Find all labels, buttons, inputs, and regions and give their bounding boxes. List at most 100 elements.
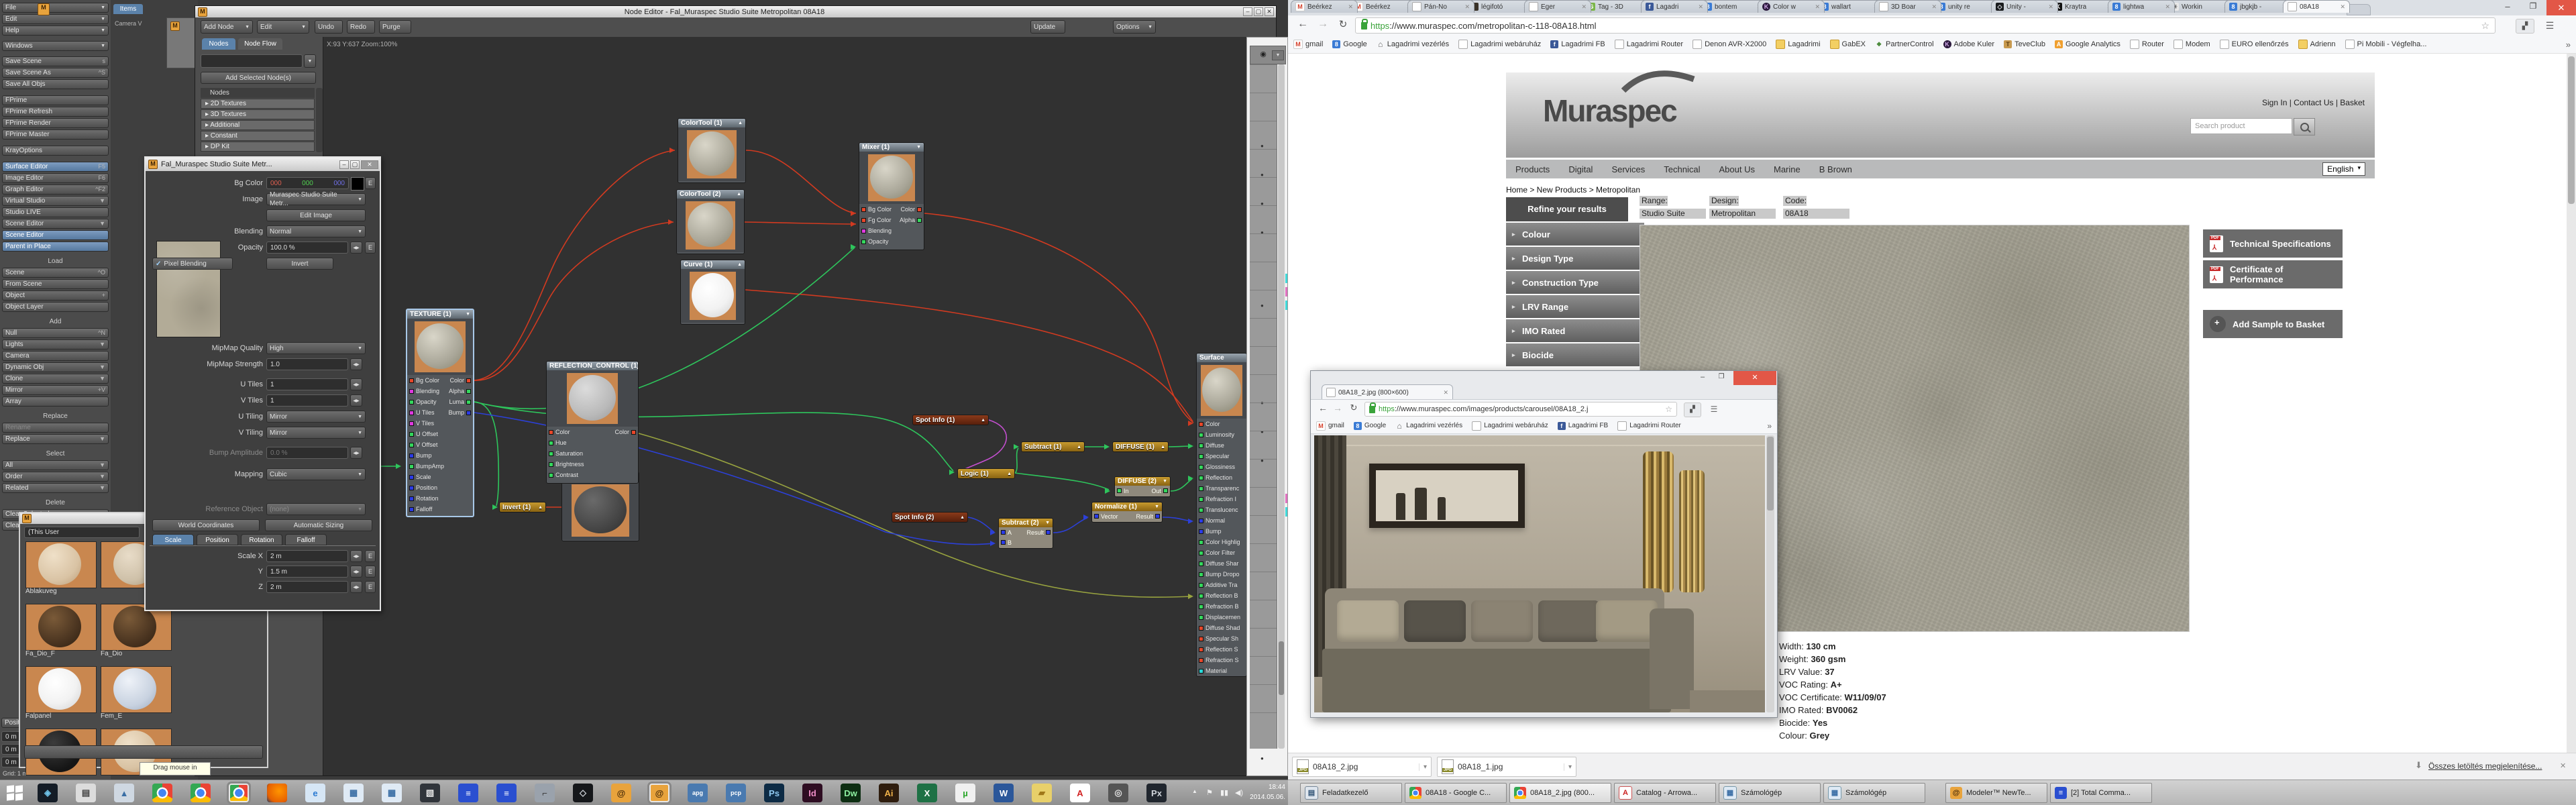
bookmark-pi-mobili-v-gfelha-[interactable]: Pi Mobili - Végfelha... <box>2345 40 2427 49</box>
button-world-coordinates[interactable]: World Coordinates <box>152 519 260 531</box>
tab-close-icon[interactable]: ✕ <box>1462 3 1470 11</box>
node-list-scrollbar[interactable] <box>316 88 323 152</box>
visibility-dot[interactable]: ● <box>1260 755 1267 762</box>
param-reference-object[interactable]: (none)▼ <box>266 503 366 515</box>
browser-tab-jbgkjb-[interactable]: 8jbgkjb -✕ <box>2224 0 2292 13</box>
nav-digital[interactable]: Digital <box>1568 164 1593 174</box>
sidebar-item-object-layer[interactable]: Object Layer <box>2 302 109 312</box>
popup-minimize-button[interactable]: – <box>1695 373 1711 384</box>
node-editor-titlebar[interactable]: MNode Editor - Fal_Muraspec Studio Suite… <box>195 6 1276 17</box>
language-select[interactable]: English▾ <box>2322 162 2365 176</box>
param-u-tiles[interactable]: 1 <box>266 378 348 390</box>
tab-rotation[interactable]: Rotation <box>241 534 282 545</box>
forward-button[interactable]: → <box>1331 402 1344 416</box>
tab-items[interactable]: Items <box>113 4 143 14</box>
browser-tab-bontem[interactable]: 8bontem✕ <box>1699 0 1766 13</box>
tab-close-icon[interactable]: ✕ <box>1812 3 1820 11</box>
taskbar-button-catalog-arrowa-[interactable]: ACatalog - Arrowa... <box>1614 783 1716 803</box>
sidebar-item-object[interactable]: Object+ <box>2 290 109 301</box>
download-item-08a18-1-jpg[interactable]: 08A18_1.jpg▾ <box>1437 757 1576 777</box>
filter-lrv-range[interactable]: LRV Range <box>1506 295 1644 318</box>
bookmark-star-icon[interactable]: ☆ <box>2481 20 2489 32</box>
add-selected-nodes-button[interactable]: Add Selected Node(s) <box>201 72 316 84</box>
button-add-sample-to-basket[interactable]: +Add Sample to Basket <box>2203 310 2343 338</box>
params-titlebar[interactable]: MFal_Muraspec Studio Suite Metr...–▢✕ <box>146 158 380 171</box>
sidebar-item-fprime-render[interactable]: FPrime Render <box>2 118 109 128</box>
minimize-button[interactable]: – <box>339 160 349 169</box>
filter-biocide[interactable]: Biocide <box>1506 343 1644 366</box>
taskbar-icon-chrome-1[interactable] <box>152 784 172 802</box>
bookmark-lagadrimi-web-ruh-z[interactable]: Lagadrimi webáruház <box>1458 40 1541 49</box>
preset-swatch-Falpanel[interactable] <box>25 666 97 713</box>
taskbar-icon-chrome-3[interactable] <box>229 784 249 802</box>
download-caret[interactable]: ▾ <box>1564 763 1572 771</box>
scrollbar-thumb[interactable] <box>2568 56 2575 204</box>
popup-close-button[interactable]: ✕ <box>1733 371 1776 385</box>
sidebar-item-virtual-studio[interactable]: Virtual Studio▼ <box>2 196 109 206</box>
nav-products[interactable]: Products <box>1515 164 1550 174</box>
bookmark-lagadrimi[interactable]: Lagadrimi <box>1776 40 1820 49</box>
menu-file[interactable]: File▼ <box>2 3 109 13</box>
visibility-dot[interactable]: ● <box>1260 303 1267 309</box>
reload-button[interactable]: ↻ <box>1335 18 1351 33</box>
param-image[interactable]: Muraspec Studio Suite Metr...▼ <box>266 193 366 205</box>
tab-node-flow[interactable]: Node Flow <box>238 38 282 50</box>
maximize-button[interactable]: ▢ <box>1254 7 1263 16</box>
downloadbar-close-icon[interactable]: ✕ <box>2560 761 2571 772</box>
tab-close-icon[interactable]: ✕ <box>2045 3 2053 11</box>
forward-button[interactable]: → <box>1315 18 1331 33</box>
param-bg-color[interactable]: 000000000 <box>266 177 349 189</box>
stepper-buttons[interactable]: ◀▶ <box>350 394 362 407</box>
dropdown-button[interactable]: ▼ <box>1272 50 1284 60</box>
browser-tab-unity-re[interactable]: 8unity re✕ <box>1933 0 2000 13</box>
visibility-dot[interactable]: ● <box>1260 429 1267 435</box>
sidebar-item-clone[interactable]: Clone▼ <box>2 374 109 384</box>
taskbar-icon-notes[interactable]: ⌐ <box>535 784 555 802</box>
button-technical-specifications[interactable]: Technical Specifications <box>2203 229 2343 258</box>
bookmark-lagadrimi-vez-rl-s[interactable]: ⌂Lagadrimi vezérlés <box>1377 40 1449 48</box>
sidebar-item-null[interactable]: Null^N <box>2 328 109 338</box>
menu-button[interactable]: ☰ <box>1705 402 1723 416</box>
menu-button[interactable]: ☰ <box>2540 19 2560 32</box>
bookmark-router[interactable]: Router <box>2130 40 2164 49</box>
preset-swatch-Fem_E[interactable] <box>101 666 172 713</box>
taskbar-button-sz-mol-g-p[interactable]: ▦Számológép <box>1823 783 1925 803</box>
toolbar-add-node[interactable]: Add Node▼ <box>201 20 253 34</box>
menu-windows[interactable]: Windows▼ <box>2 41 109 51</box>
scrollbar-thumb[interactable] <box>1279 641 1284 695</box>
show-all-downloads-link[interactable]: Összes letöltés megjelenítése... <box>2428 761 2563 772</box>
browser-tab-lightwa[interactable]: 8lightwa✕ <box>2108 0 2175 13</box>
envelope-button[interactable]: E <box>365 241 376 254</box>
taskbar-icon-chrome-2[interactable] <box>191 784 211 802</box>
visibility-dot[interactable]: ● <box>1260 229 1267 236</box>
nav-technical[interactable]: Technical <box>1664 164 1700 174</box>
sidebar-item-surface-editor[interactable]: Surface EditorF5 <box>2 162 109 172</box>
taskbar-icon-calculator-1[interactable]: ▦ <box>343 784 364 802</box>
taskbar-icon-system-monitor[interactable]: ▤ <box>76 784 96 802</box>
tab-scale[interactable]: Scale <box>152 534 194 545</box>
sidebar-item-scene[interactable]: Scene^O <box>2 268 109 278</box>
options-button[interactable]: Options▼ <box>1113 20 1156 34</box>
nav-marine[interactable]: Marine <box>1774 164 1801 174</box>
nav-services[interactable]: Services <box>1611 164 1645 174</box>
stepper-buttons[interactable]: ◀▶ <box>350 241 362 254</box>
taskbar-icon-unity[interactable]: ◇ <box>573 784 593 802</box>
tray-flag-icon[interactable]: ⚑ <box>1203 788 1216 799</box>
browser-tab-eger[interactable]: Eger✕ <box>1524 0 1591 13</box>
back-button[interactable]: ← <box>1295 18 1311 33</box>
stepper-buttons[interactable]: ◀▶ <box>350 550 362 562</box>
invert-button[interactable]: Invert <box>266 258 333 270</box>
stepper-buttons[interactable]: ◀▶ <box>350 566 362 578</box>
param-button[interactable]: Edit Image <box>266 209 366 221</box>
tray-network-icon[interactable]: ▮▮ <box>1218 788 1230 799</box>
sidebar-item-camera[interactable]: Camera <box>2 351 109 361</box>
profile-button[interactable]: ▞ <box>1684 402 1701 417</box>
taskbar-icon-pixlr[interactable]: Px <box>1146 784 1167 802</box>
visibility-dot[interactable]: ● <box>1260 201 1267 207</box>
bookmark-lagadrimi-web-ruh-z[interactable]: Lagadrimi webáruház <box>1472 421 1548 431</box>
tab-close-icon[interactable]: ✕ <box>1440 389 1448 396</box>
taskbar-icon-lightwave-layout[interactable]: @ <box>611 784 631 802</box>
taskbar-icon-excel[interactable]: X <box>917 784 937 802</box>
param-z[interactable]: 2 m <box>266 581 348 593</box>
sidebar-item-save-scene[interactable]: Save Scenes <box>2 56 109 66</box>
